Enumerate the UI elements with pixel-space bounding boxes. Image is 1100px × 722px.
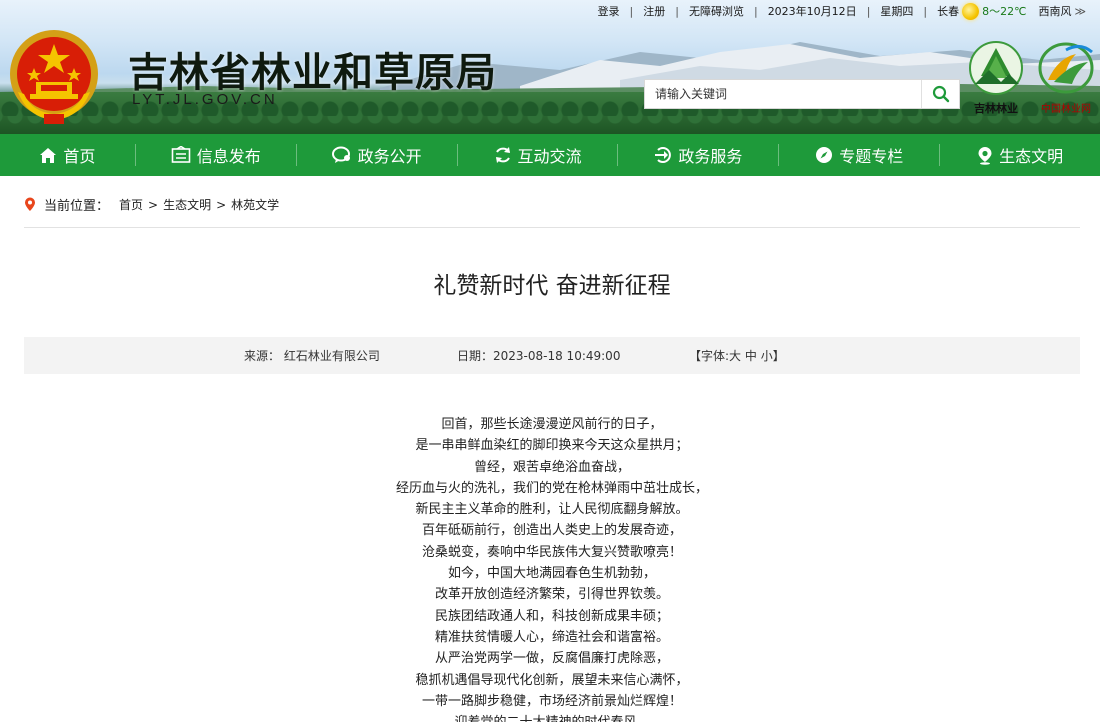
separator: | — [753, 4, 758, 18]
font-size-controls: 【字体:大 中 小】 — [689, 347, 785, 364]
weather-wind: 西南风 — [1038, 5, 1072, 18]
nav-item-topics[interactable]: 专题专栏 — [779, 134, 939, 176]
font-small-button[interactable]: 小 — [761, 349, 773, 363]
nav-item-gov-affairs[interactable]: 政务公开 — [297, 134, 457, 176]
nav-item-home[interactable]: 首页 — [0, 134, 135, 176]
nav-label: 政务服务 — [678, 147, 743, 166]
location-pin-icon — [24, 197, 36, 212]
poem-line: 回首，那些长途漫漫逆风前行的日子， — [441, 417, 663, 432]
nav-item-ecology[interactable]: 生态文明 — [940, 134, 1100, 176]
site-title: 吉林省林业和草原局 — [128, 49, 497, 96]
breadcrumb-label: 当前位置： — [44, 199, 110, 214]
poem-line: 百年砥砺前行，创造出人类史上的发展奇迹， — [421, 523, 682, 539]
poem-line: 从严治党两学一做，反腐倡廉打虎除恶， — [434, 651, 669, 667]
compass-icon — [815, 146, 833, 164]
separator: | — [866, 4, 871, 18]
home-icon — [39, 147, 57, 164]
jilin-forestry-label: 吉林林业 — [974, 102, 1018, 115]
pin-icon — [977, 146, 993, 165]
separator: | — [923, 4, 928, 18]
refresh-icon — [494, 146, 512, 164]
poem-line: 改革开放创造经济繁荣，引得世界钦羡。 — [434, 587, 669, 603]
weather-temperature: 8～22℃ — [982, 5, 1027, 18]
nav-item-info[interactable]: 信息发布 — [136, 134, 296, 176]
site-domain: LYT.JL.GOV.CN — [132, 91, 278, 108]
poem-line: 沧桑蜕变，奏响中华民族伟大复兴赞歌嘹亮！ — [421, 544, 682, 560]
poem-line: 精准扶贫情暖人心，缔造社会和谐富裕。 — [434, 629, 669, 645]
breadcrumb-home[interactable]: 首页 — [119, 196, 143, 213]
search-button[interactable] — [921, 80, 959, 108]
nav-item-services[interactable]: 政务服务 — [618, 134, 778, 176]
nav-label: 专题专栏 — [839, 147, 904, 166]
breadcrumb-literature[interactable]: 林苑文学 — [231, 196, 279, 213]
poem-line: 民族团结政通人和，科技创新成果丰硕； — [434, 608, 669, 624]
font-medium-button[interactable]: 中 — [745, 349, 757, 363]
separator: | — [629, 4, 634, 18]
chat-icon — [331, 146, 352, 164]
breadcrumb-separator: > — [216, 197, 227, 212]
breadcrumb-ecology[interactable]: 生态文明 — [163, 196, 211, 213]
nav-label: 信息发布 — [196, 147, 261, 166]
breadcrumb: 当前位置： 首页 > 生态文明 > 林苑文学 — [24, 194, 1080, 228]
article-date: 日期：2023-08-18 10:49:00 — [457, 349, 621, 363]
search-input[interactable] — [645, 80, 921, 108]
current-date: 2023年10月12日 — [767, 5, 857, 18]
info-icon — [171, 146, 191, 164]
poem-line: 迎着党的二十大精神的时代春风， — [24, 712, 1080, 722]
china-forestry-logo[interactable]: 中国林业网 — [1034, 40, 1098, 115]
poem-line: 一带一路脚步稳健，市场经济前景灿烂辉煌！ — [421, 693, 682, 709]
poem-line: 如今，中国大地满园春色生机勃勃， — [447, 566, 656, 582]
article-meta-bar: 来源： 红石林业有限公司 日期：2023-08-18 10:49:00 【字体:… — [24, 337, 1080, 374]
national-emblem-icon — [10, 30, 98, 124]
china-forestry-label: 中国林业网 — [1041, 104, 1091, 115]
jilin-forestry-logo[interactable]: 吉林林业 — [966, 40, 1026, 115]
nav-label: 首页 — [63, 147, 96, 166]
font-control-close: 】 — [772, 349, 785, 363]
china-forestry-logo-icon — [1038, 42, 1094, 94]
article-source: 来源： 红石林业有限公司 — [244, 349, 380, 363]
jilin-forestry-logo-icon — [969, 41, 1023, 95]
weather-more-icon[interactable]: ≫ — [1074, 5, 1086, 18]
nav-label: 政务公开 — [357, 147, 422, 166]
font-control-open: 【字体: — [689, 349, 730, 363]
poem-line: 是一串串鲜血染红的脚印换来今天这众星拱月； — [415, 438, 689, 454]
poem-line: 稳抓机遇倡导现代化创新，展望未来信心满怀， — [415, 672, 689, 688]
nav-item-interaction[interactable]: 互动交流 — [458, 134, 618, 176]
poem-line: 曾经，艰苦卓绝浴血奋战， — [473, 459, 630, 475]
search-icon — [932, 85, 949, 103]
main-nav: 首页 信息发布 政务公开 互动交流 政务服务 专题专栏 生态文明 — [0, 134, 1100, 176]
nav-label: 生态文明 — [999, 147, 1064, 166]
weather-city: 长春 — [937, 5, 960, 18]
article-title: 礼赞新时代 奋进新征程 — [433, 273, 671, 299]
search-box — [644, 79, 960, 109]
register-link[interactable]: 注册 — [643, 3, 665, 19]
login-link[interactable]: 登录 — [598, 3, 620, 19]
current-weekday: 星期四 — [880, 5, 914, 18]
accessible-browse-link[interactable]: 无障碍浏览 — [689, 3, 744, 19]
poem-line: 经历血与火的洗礼，我们的党在枪林弹雨中茁壮成长， — [395, 480, 708, 496]
nav-label: 互动交流 — [517, 147, 582, 166]
article-body: 回首，那些长途漫漫逆风前行的日子， 是一串串鲜血染红的脚印换来今天这众星拱月； … — [24, 414, 1080, 722]
top-links-bar: 登录 | 注册 | 无障碍浏览 | 2023年10月12日 | 星期四 | 长春… — [598, 2, 1086, 20]
font-large-button[interactable]: 大 — [729, 349, 741, 363]
breadcrumb-separator: > — [148, 197, 159, 212]
service-icon — [654, 146, 672, 164]
separator: | — [675, 4, 679, 18]
sun-icon — [962, 2, 980, 20]
poem-line: 新民主主义革命的胜利，让人民彻底翻身解放。 — [415, 502, 689, 518]
